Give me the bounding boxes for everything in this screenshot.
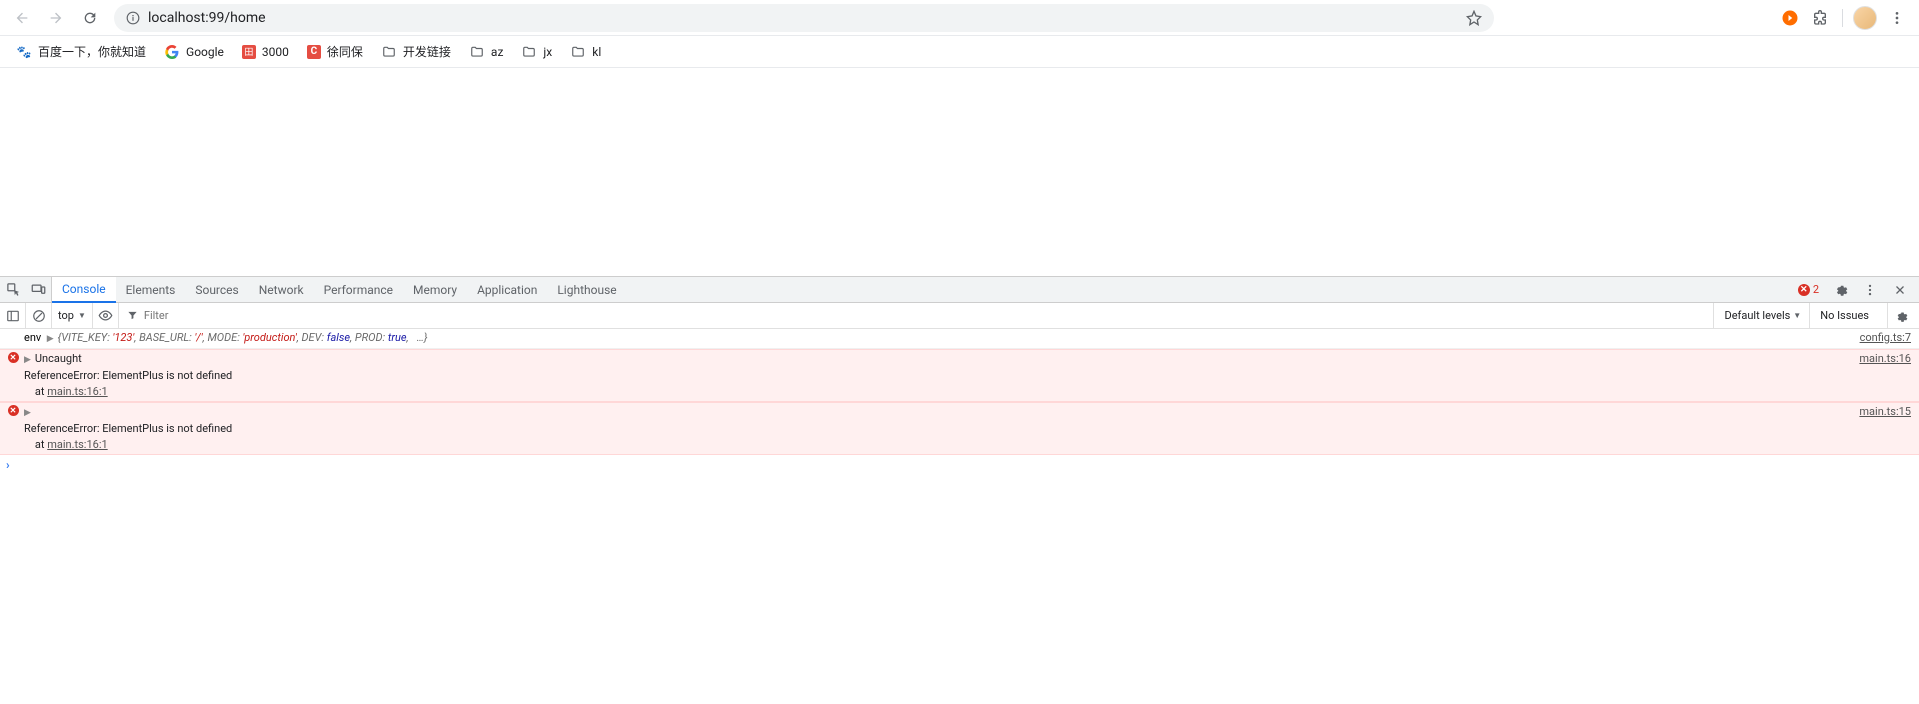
bookmark-folder[interactable]: jx bbox=[513, 40, 560, 64]
error-message: ▶Uncaught ReferenceError: ElementPlus is… bbox=[24, 351, 1899, 400]
url-text: localhost:99/home bbox=[148, 10, 266, 26]
error-message: ▶ ReferenceError: ElementPlus is not def… bbox=[24, 404, 1899, 453]
tab-application[interactable]: Application bbox=[467, 277, 547, 303]
prompt-arrow-icon: › bbox=[6, 458, 10, 472]
folder-icon bbox=[570, 44, 586, 60]
error-icon: ✕ bbox=[6, 404, 20, 416]
expand-arrow-icon[interactable]: ▶ bbox=[24, 405, 31, 421]
tab-performance[interactable]: Performance bbox=[314, 277, 403, 303]
tabs-container: ConsoleElementsSourcesNetworkPerformance… bbox=[52, 277, 627, 303]
menu-icon[interactable] bbox=[1883, 4, 1911, 32]
kebab-icon[interactable] bbox=[1857, 277, 1883, 303]
bookmark-folder[interactable]: az bbox=[461, 40, 511, 64]
error-row[interactable]: ✕ ▶ ReferenceError: ElementPlus is not d… bbox=[0, 402, 1919, 455]
forward-button[interactable] bbox=[42, 4, 70, 32]
source-link[interactable]: config.ts:7 bbox=[1860, 330, 1911, 346]
source-link[interactable]: main.ts:16 bbox=[1859, 351, 1911, 367]
device-icon[interactable] bbox=[26, 277, 52, 303]
spacer bbox=[6, 330, 20, 331]
red-c-icon: C bbox=[307, 45, 321, 59]
filter-field[interactable] bbox=[144, 309, 344, 322]
expand-arrow-icon[interactable]: ▶ bbox=[47, 331, 54, 347]
star-icon[interactable] bbox=[1466, 10, 1482, 26]
log-levels-selector[interactable]: Default levels▼ bbox=[1713, 303, 1801, 329]
profile-avatar[interactable] bbox=[1853, 6, 1877, 30]
error-icon: ✕ bbox=[6, 351, 20, 363]
bookmark-folder[interactable]: 开发链接 bbox=[373, 39, 459, 64]
chevron-down-icon: ▼ bbox=[78, 311, 86, 320]
context-selector[interactable]: top▼ bbox=[52, 303, 93, 329]
bookmarks-bar: 🐾百度一下，你就知道 Google 田3000 C徐同保 开发链接 az jx … bbox=[0, 36, 1919, 68]
page-content bbox=[0, 68, 1919, 276]
tab-console[interactable]: Console bbox=[52, 277, 116, 303]
error-icon: ✕ bbox=[1798, 284, 1810, 296]
browser-toolbar: localhost:99/home bbox=[0, 0, 1919, 36]
devtools: ConsoleElementsSourcesNetworkPerformance… bbox=[0, 276, 1919, 475]
sidebar-toggle-icon[interactable] bbox=[0, 303, 26, 329]
inspect-icon[interactable] bbox=[0, 277, 26, 303]
bookmark-item[interactable]: Google bbox=[156, 40, 232, 64]
folder-icon bbox=[521, 44, 537, 60]
google-icon bbox=[164, 44, 180, 60]
folder-icon bbox=[381, 44, 397, 60]
source-link[interactable]: main.ts:15 bbox=[1859, 404, 1911, 420]
stack-link[interactable]: main.ts:16:1 bbox=[47, 438, 107, 451]
bookmark-item[interactable]: 田3000 bbox=[234, 41, 297, 63]
devtools-tabs: ConsoleElementsSourcesNetworkPerformance… bbox=[0, 277, 1919, 303]
console-filter-bar: top▼ Default levels▼ No Issues bbox=[0, 303, 1919, 329]
baidu-icon: 🐾 bbox=[16, 44, 32, 60]
console-settings-icon[interactable] bbox=[1887, 303, 1913, 329]
extensions-icon[interactable] bbox=[1808, 6, 1832, 30]
issues-link[interactable]: No Issues bbox=[1809, 303, 1879, 329]
log-row[interactable]: env ▶{VITE_KEY: '123', BASE_URL: '/', MO… bbox=[0, 329, 1919, 349]
chevron-down-icon: ▼ bbox=[1793, 311, 1801, 320]
gear-icon[interactable] bbox=[1827, 277, 1853, 303]
expand-arrow-icon[interactable]: ▶ bbox=[24, 352, 31, 368]
error-badge[interactable]: ✕2 bbox=[1794, 283, 1823, 296]
tab-network[interactable]: Network bbox=[249, 277, 314, 303]
red-icon: 田 bbox=[242, 45, 256, 59]
folder-icon bbox=[469, 44, 485, 60]
log-message: env ▶{VITE_KEY: '123', BASE_URL: '/', MO… bbox=[24, 330, 1899, 347]
extension-orange-icon[interactable] bbox=[1778, 6, 1802, 30]
close-icon[interactable] bbox=[1887, 277, 1913, 303]
bookmark-item[interactable]: 🐾百度一下，你就知道 bbox=[8, 39, 154, 64]
tab-memory[interactable]: Memory bbox=[403, 277, 467, 303]
error-row[interactable]: ✕ ▶Uncaught ReferenceError: ElementPlus … bbox=[0, 349, 1919, 402]
tab-elements[interactable]: Elements bbox=[116, 277, 186, 303]
tab-lighthouse[interactable]: Lighthouse bbox=[547, 277, 626, 303]
reload-button[interactable] bbox=[76, 4, 104, 32]
live-expression-icon[interactable] bbox=[93, 303, 119, 329]
bookmark-folder[interactable]: kl bbox=[562, 40, 609, 64]
filter-input[interactable] bbox=[119, 303, 352, 329]
console-output: env ▶{VITE_KEY: '123', BASE_URL: '/', MO… bbox=[0, 329, 1919, 475]
tab-sources[interactable]: Sources bbox=[185, 277, 248, 303]
clear-console-icon[interactable] bbox=[26, 303, 52, 329]
address-bar[interactable]: localhost:99/home bbox=[114, 4, 1494, 32]
bookmark-item[interactable]: C徐同保 bbox=[299, 39, 371, 64]
back-button[interactable] bbox=[8, 4, 36, 32]
site-info-icon[interactable] bbox=[126, 11, 140, 25]
stack-link[interactable]: main.ts:16:1 bbox=[47, 385, 107, 398]
console-prompt[interactable]: › bbox=[0, 455, 1919, 475]
